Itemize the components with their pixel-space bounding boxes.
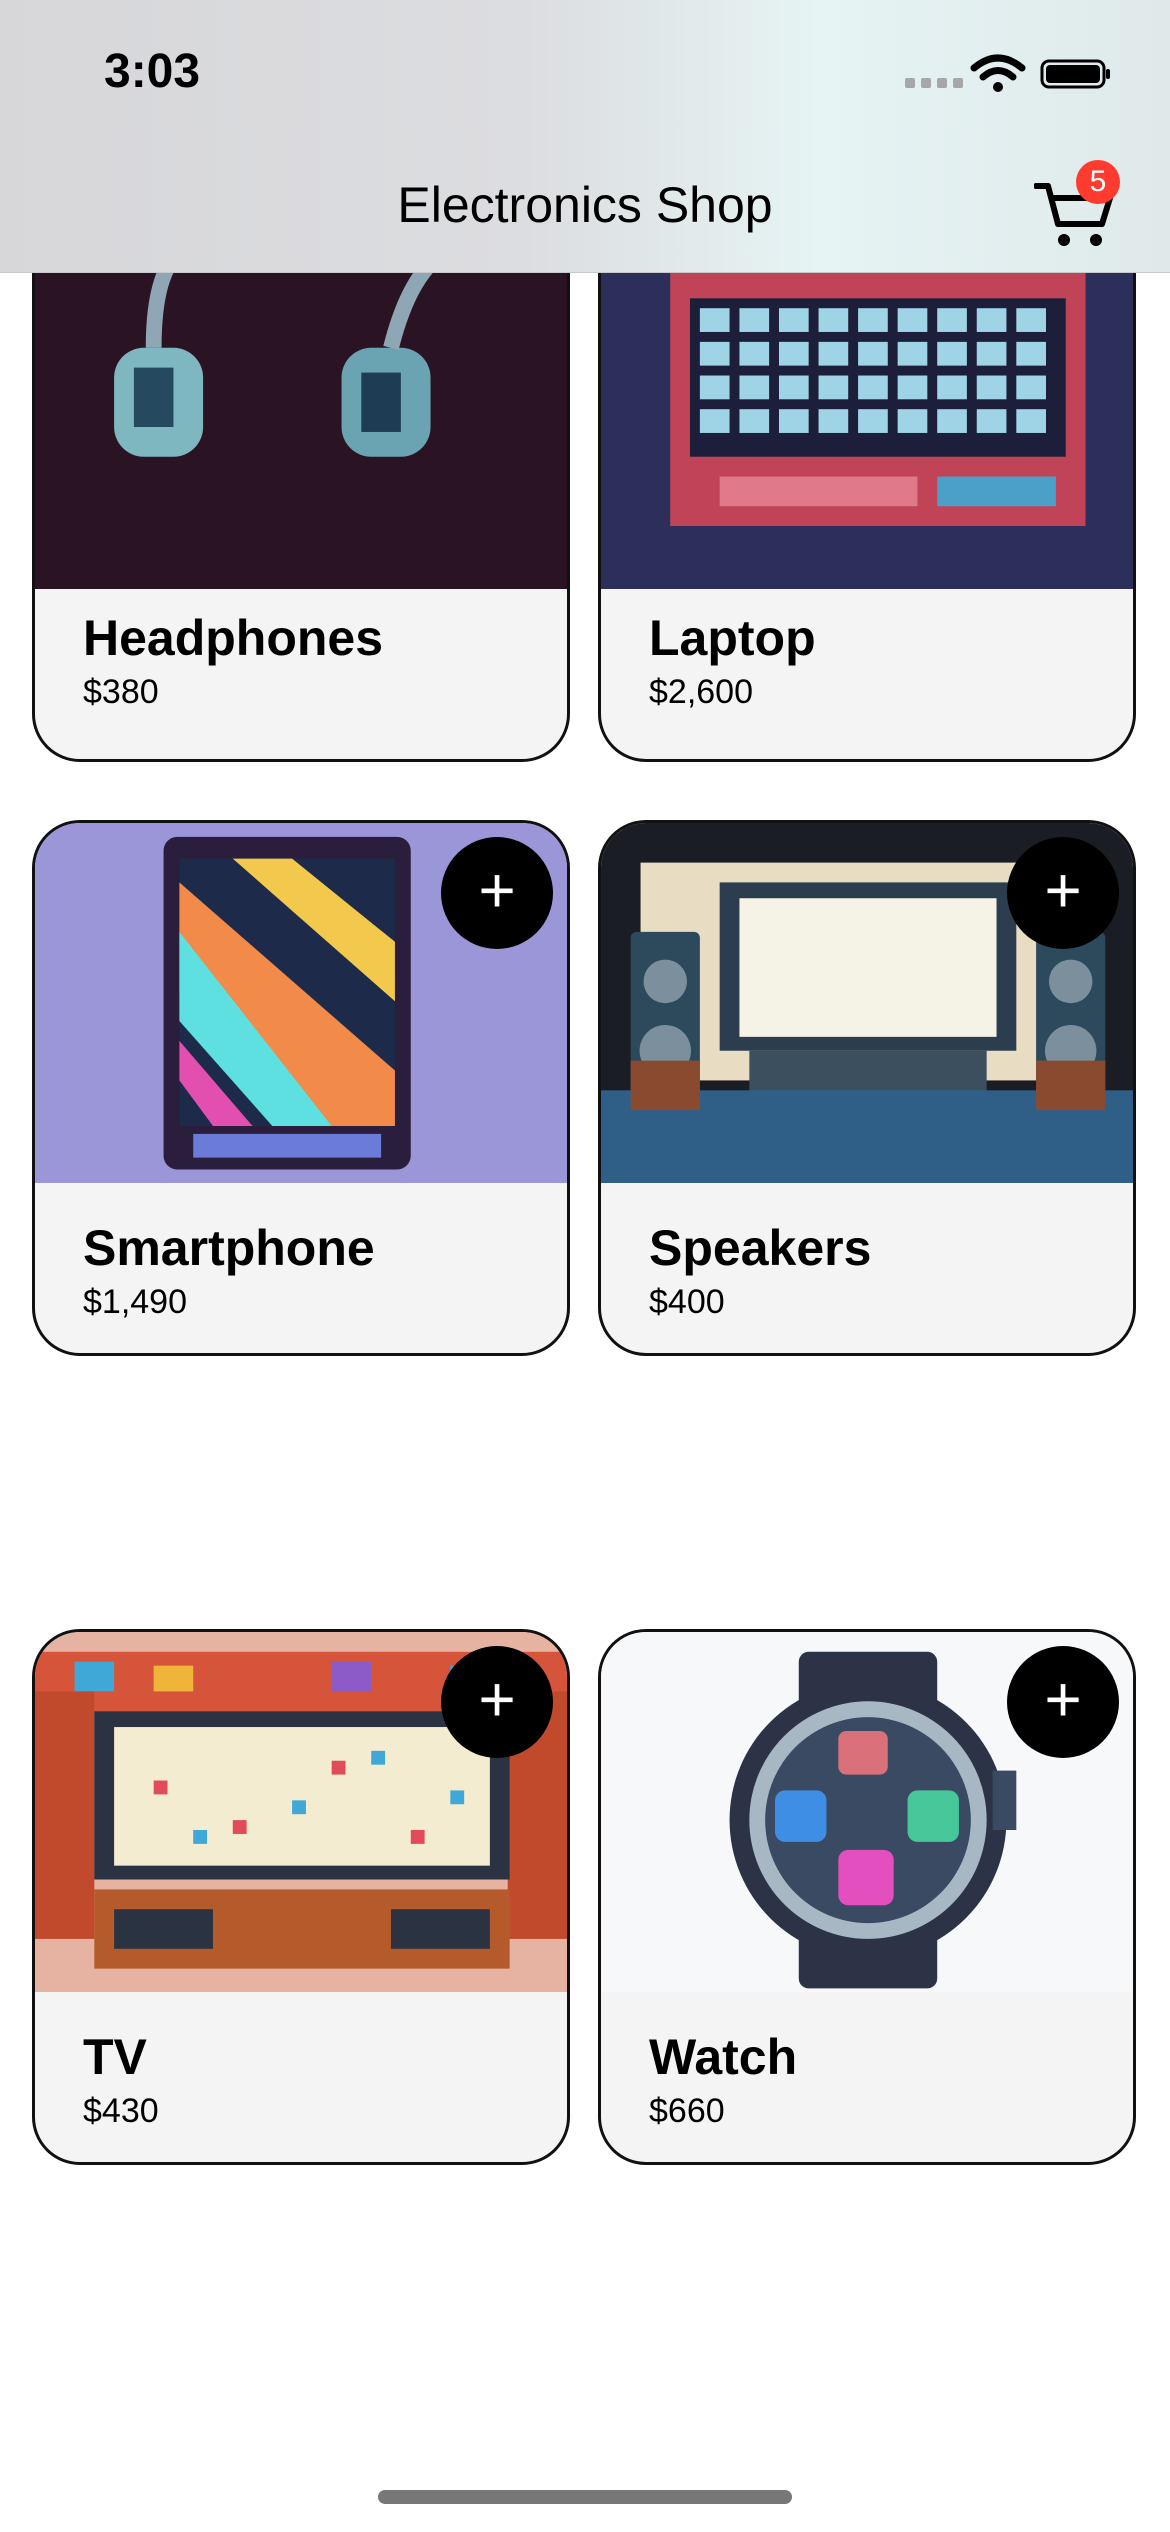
plus-icon: + (478, 854, 516, 926)
product-price: $430 (83, 2092, 159, 2130)
status-time: 3:03 (104, 45, 201, 98)
navigation-bar: 3:03 Electronics Shop 5 (0, 0, 1170, 273)
product-name: TV (83, 2029, 147, 2085)
product-name: Laptop (649, 610, 816, 666)
product-card-tv[interactable]: + TV $430 (32, 1629, 570, 2165)
add-to-cart-button[interactable]: + (441, 837, 553, 949)
wifi-icon (970, 54, 1026, 92)
plus-icon: + (478, 1663, 516, 1735)
product-price: $400 (649, 1283, 725, 1321)
add-to-cart-button[interactable]: + (1007, 837, 1119, 949)
product-price: $660 (649, 2092, 725, 2130)
product-card-laptop[interactable]: Laptop $2,600 (598, 226, 1136, 762)
product-price: $380 (83, 673, 159, 711)
product-card-headphones[interactable]: Headphones $380 (32, 226, 570, 762)
product-price: $1,490 (83, 1283, 187, 1321)
add-to-cart-button[interactable]: + (441, 1646, 553, 1758)
battery-icon (1040, 59, 1110, 89)
cart-count-badge: 5 (1076, 160, 1120, 204)
plus-icon: + (1044, 854, 1082, 926)
plus-icon: + (1044, 1663, 1082, 1735)
home-indicator[interactable] (378, 2490, 792, 2504)
cellular-signal-icon (905, 78, 963, 88)
product-name: Smartphone (83, 1220, 375, 1276)
add-to-cart-button[interactable]: + (1007, 1646, 1119, 1758)
product-name: Speakers (649, 1220, 872, 1276)
product-name: Headphones (83, 610, 384, 666)
product-card-speakers[interactable]: + Speakers $400 (598, 820, 1136, 1356)
laptop-image (601, 229, 1133, 590)
product-card-smartphone[interactable]: + Smartphone $1,490 (32, 820, 570, 1356)
product-card-watch[interactable]: + Watch $660 (598, 1629, 1136, 2165)
headphones-image (35, 229, 567, 590)
page-title: Electronics Shop (397, 177, 773, 233)
product-price: $2,600 (649, 673, 753, 711)
product-name: Watch (649, 2029, 798, 2085)
